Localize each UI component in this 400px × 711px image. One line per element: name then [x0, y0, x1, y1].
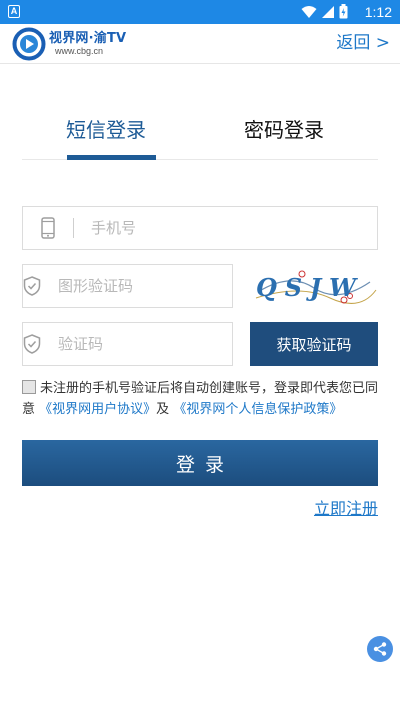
back-button[interactable]: 返回 > [336, 32, 390, 54]
get-code-button[interactable]: 获取验证码 [250, 322, 378, 366]
play-logo-icon [12, 27, 46, 61]
active-tab-indicator [67, 155, 156, 160]
signal-icon [322, 5, 334, 18]
sms-code-input[interactable] [58, 335, 252, 353]
captcha-text: QSJW [256, 273, 372, 302]
user-agreement-link[interactable]: 《视界网用户协议》 [39, 402, 156, 417]
app-header: 视界网·渝TV www.cbg.cn 返回 > [0, 24, 400, 64]
agreement-and: 及 [156, 402, 170, 417]
status-bar: A 1:12 [0, 0, 400, 24]
logo-title: 视界网·渝TV [49, 31, 127, 46]
captcha-image[interactable]: QSJW [250, 264, 378, 308]
phone-icon [41, 217, 55, 239]
captcha-input[interactable] [58, 277, 252, 295]
app-logo: 视界网·渝TV www.cbg.cn [12, 27, 126, 61]
privacy-policy-link[interactable]: 《视界网个人信息保护政策》 [173, 402, 342, 417]
share-icon [373, 642, 387, 656]
register-link[interactable]: 立即注册 [314, 498, 378, 520]
login-tabs: 短信登录 密码登录 [22, 108, 378, 160]
tab-password-login[interactable]: 密码登录 [244, 116, 324, 144]
logo-url: www.cbg.cn [55, 46, 104, 56]
field-separator [73, 218, 74, 238]
sms-code-field [22, 322, 252, 366]
phone-field [22, 206, 378, 250]
phone-input[interactable] [91, 219, 291, 237]
shield-check-icon [23, 334, 41, 354]
agreement-checkbox[interactable] [22, 380, 36, 394]
captcha-field [22, 264, 252, 308]
share-button[interactable] [367, 636, 393, 662]
shield-check-icon [23, 276, 41, 296]
notification-icon: A [8, 5, 20, 18]
tab-sms-login[interactable]: 短信登录 [66, 116, 146, 144]
wifi-icon [301, 5, 317, 18]
status-time: 1:12 [364, 4, 392, 20]
agreement-block: 未注册的手机号验证后将自动创建账号，登录即代表您已同意 《视界网用户协议》及 《… [22, 378, 382, 420]
battery-icon [339, 4, 348, 19]
login-button[interactable]: 登录 [22, 440, 378, 486]
